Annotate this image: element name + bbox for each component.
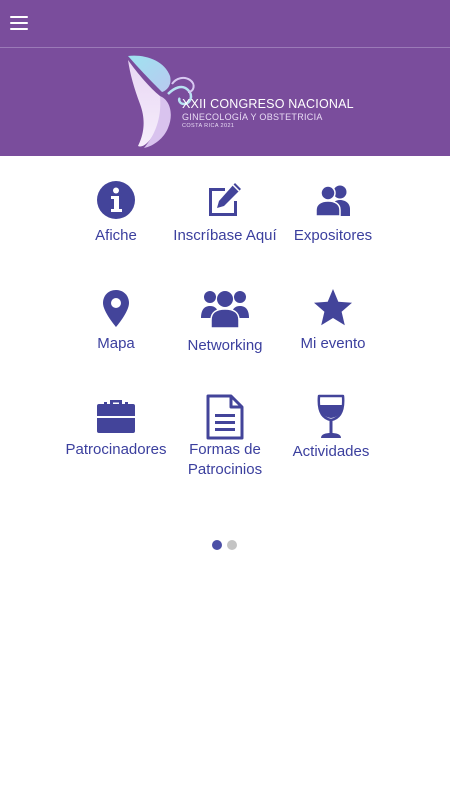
document-icon bbox=[206, 394, 244, 440]
menu-item-label: Mapa bbox=[97, 335, 135, 352]
star-icon bbox=[314, 289, 352, 326]
menu-item-label: Formas de Patrocinios bbox=[187, 441, 263, 478]
menu-item-afiche[interactable]: Afiche bbox=[56, 180, 176, 246]
menu-item-mapa[interactable]: Mapa bbox=[56, 288, 176, 354]
menu-item-formas-de-patrocinios[interactable]: Formas de Patrocinios bbox=[165, 394, 285, 480]
menu-item-label: Expositores bbox=[293, 227, 373, 244]
logo-text: XXII CONGRESO NACIONAL GINECOLOGÍA Y OBS… bbox=[182, 98, 354, 129]
logo-subtitle: GINECOLOGÍA Y OBSTETRICIA bbox=[182, 111, 323, 122]
menu-item-mi-evento[interactable]: Mi evento bbox=[273, 288, 393, 354]
users-icon bbox=[315, 185, 350, 217]
briefcase-icon bbox=[97, 400, 135, 433]
edit-icon bbox=[209, 183, 241, 216]
logo-title: XXII CONGRESO NACIONAL bbox=[182, 97, 354, 111]
page-dot[interactable] bbox=[227, 540, 237, 550]
info-icon bbox=[97, 181, 135, 219]
menu-item-actividades[interactable]: Actividades bbox=[271, 394, 391, 462]
group-icon bbox=[201, 291, 249, 329]
map-marker-icon bbox=[103, 290, 129, 327]
menu-item-patrocinadores[interactable]: Patrocinadores bbox=[56, 398, 176, 460]
menu-item-label: Inscríbase Aquí bbox=[173, 227, 277, 244]
menu-item-label: Afiche bbox=[95, 227, 137, 244]
top-app-bar bbox=[0, 0, 450, 48]
logo-location: COSTA RICA 2021 bbox=[182, 122, 235, 129]
menu-item-label: Mi evento bbox=[300, 335, 366, 352]
menu-item-label: Actividades bbox=[292, 443, 370, 460]
hamburger-menu-icon[interactable] bbox=[10, 14, 30, 32]
menu-item-label: Networking bbox=[187, 337, 263, 354]
menu-item-label: Patrocinadores bbox=[65, 441, 167, 458]
page-dot-active[interactable] bbox=[212, 540, 222, 550]
menu-item-expositores[interactable]: Expositores bbox=[273, 180, 393, 246]
menu-item-networking[interactable]: Networking bbox=[165, 288, 285, 356]
menu-item-inscribase[interactable]: Inscríbase Aquí bbox=[165, 180, 285, 246]
wine-glass-icon bbox=[317, 394, 345, 438]
header-banner: XXII CONGRESO NACIONAL GINECOLOGÍA Y OBS… bbox=[0, 48, 450, 156]
congress-logo: XXII CONGRESO NACIONAL GINECOLOGÍA Y OBS… bbox=[124, 54, 354, 152]
